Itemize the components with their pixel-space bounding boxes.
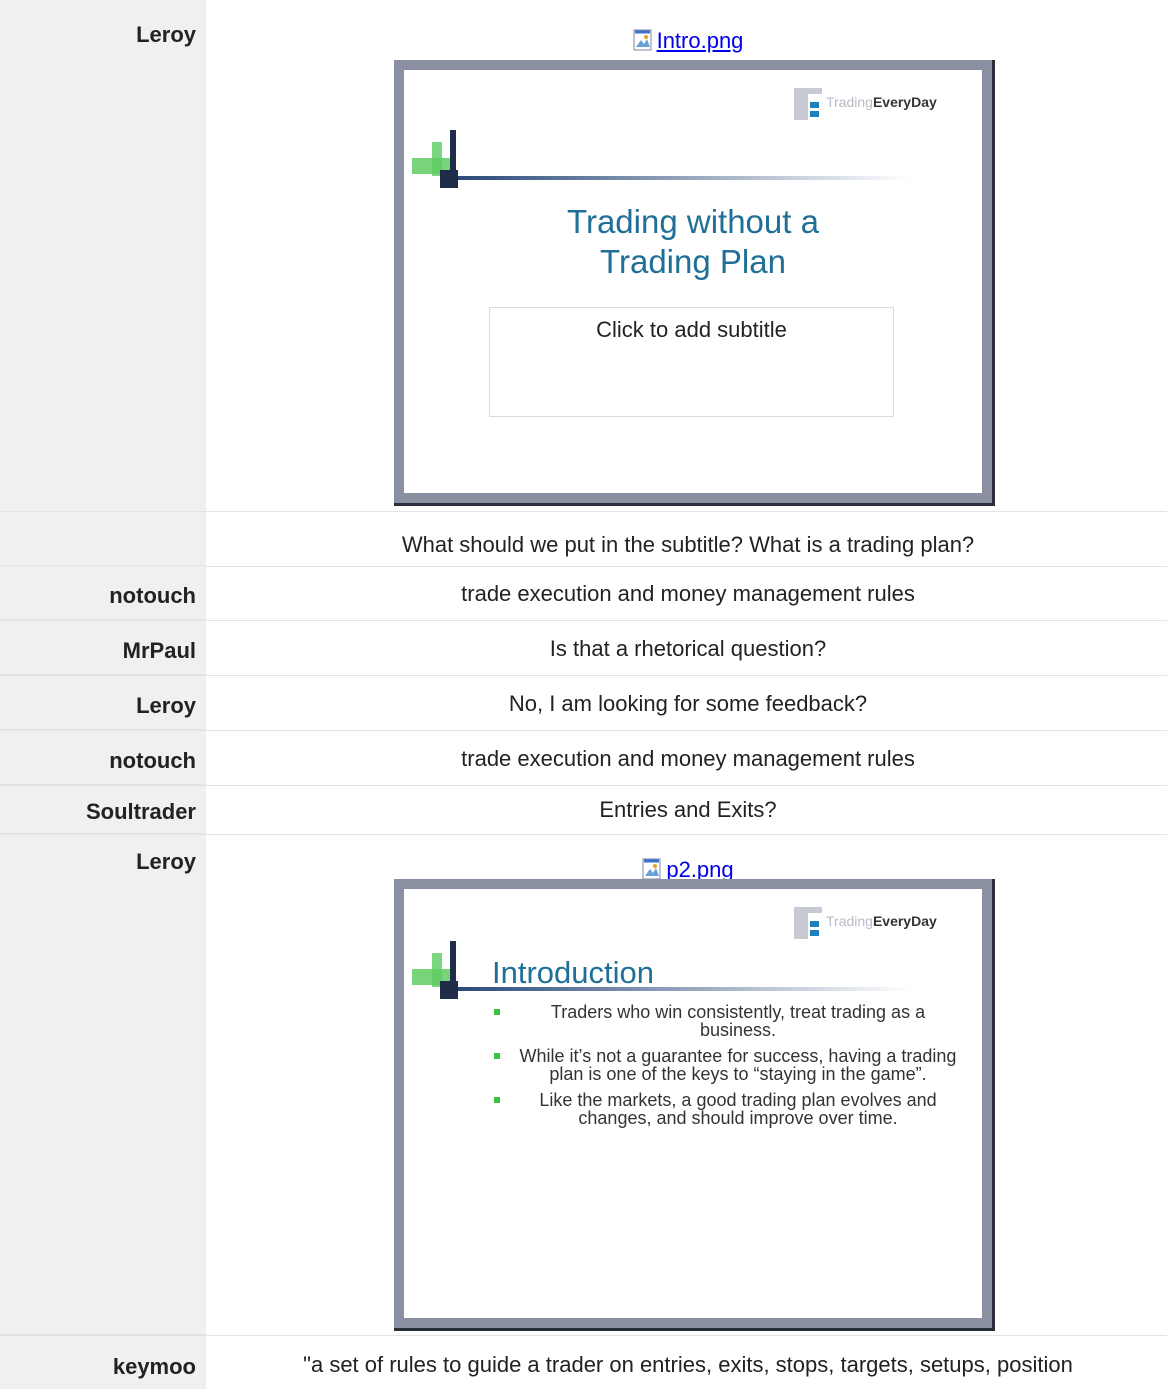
slide-bullets: Traders who win consistently, treat trad… [494, 1003, 964, 1135]
slide-bullet-text: Traders who win consistently, treat trad… [550, 1002, 926, 1040]
message-row: Leroy p2.png TradingEveryDay Introductio… [0, 835, 1167, 1336]
slide-image: TradingEveryDay Introduction Traders who… [394, 879, 995, 1331]
username: Soultrader [0, 786, 206, 834]
message-row: Leroy No, I am looking for some feedback… [0, 676, 1167, 731]
username: Leroy [0, 676, 206, 730]
slide-bullet-text: While it’s not a guarantee for success, … [519, 1046, 957, 1084]
slide-bullet: While it’s not a guarantee for success, … [494, 1047, 964, 1083]
slide-bullet-text: Like the markets, a good trading plan ev… [539, 1090, 937, 1128]
image-file-icon [642, 858, 661, 880]
message-body: Is that a rhetorical question? [209, 621, 1167, 675]
attachment-link[interactable]: Intro.png [657, 28, 744, 53]
username: Leroy [0, 0, 206, 511]
message-row: notouch trade execution and money manage… [0, 731, 1167, 786]
username [0, 512, 206, 566]
slide-decoration [412, 130, 912, 188]
logo-text-light: Trading [826, 94, 873, 110]
message-text: trade execution and money management rul… [461, 746, 915, 771]
message-row: keymoo "a set of rules to guide a trader… [0, 1336, 1167, 1389]
message-body: "a set of rules to guide a trader on ent… [209, 1336, 1167, 1389]
logo-text-bold: EveryDay [872, 913, 937, 929]
slide-bullet: Like the markets, a good trading plan ev… [494, 1091, 964, 1127]
username: notouch [0, 566, 206, 620]
subtitle-placeholder: Click to add subtitle [489, 307, 894, 417]
slide-title: Trading without a Trading Plan [404, 202, 982, 282]
message-text: Is that a rhetorical question? [549, 636, 827, 661]
slide-image: TradingEveryDay Trading without a Tradin… [394, 60, 995, 506]
message-text: trade execution and money management rul… [461, 581, 915, 606]
username: Leroy [0, 835, 206, 1335]
message-text: Entries and Exits? [599, 797, 777, 822]
message-body: Entries and Exits? [209, 786, 1167, 834]
username: keymoo [0, 1336, 206, 1389]
message-text: "a set of rules to guide a trader on ent… [303, 1352, 1073, 1377]
message-body: p2.png TradingEveryDay Introduction Trad… [209, 835, 1167, 1335]
message-body: trade execution and money management rul… [209, 731, 1167, 785]
message-row: Leroy Intro.png TradingEveryDay Trading … [0, 0, 1167, 511]
message-body: What should we put in the subtitle? What… [209, 512, 1167, 566]
logo-text-bold: EveryDay [872, 94, 937, 110]
message-row: Soultrader Entries and Exits? [0, 786, 1167, 835]
message-text: No, I am looking for some feedback? [508, 691, 868, 716]
image-file-icon [633, 29, 652, 51]
message-body: No, I am looking for some feedback? [209, 676, 1167, 730]
username: notouch [0, 731, 206, 785]
subtitle-placeholder-text: Click to add subtitle [596, 317, 787, 342]
message-text: What should we put in the subtitle? What… [401, 532, 975, 557]
logo-text-light: Trading [826, 913, 873, 929]
slide-title-line: Trading without a Trading Plan [567, 203, 819, 280]
message-row: What should we put in the subtitle? What… [0, 511, 1167, 567]
message-body: trade execution and money management rul… [209, 566, 1167, 620]
message-row: notouch trade execution and money manage… [0, 566, 1167, 621]
slide-bullet: Traders who win consistently, treat trad… [494, 1003, 964, 1039]
username: MrPaul [0, 621, 206, 675]
message-row: MrPaul Is that a rhetorical question? [0, 621, 1167, 676]
slide-title: Introduction [492, 955, 654, 990]
message-body: Intro.png TradingEveryDay Trading withou… [209, 0, 1167, 511]
